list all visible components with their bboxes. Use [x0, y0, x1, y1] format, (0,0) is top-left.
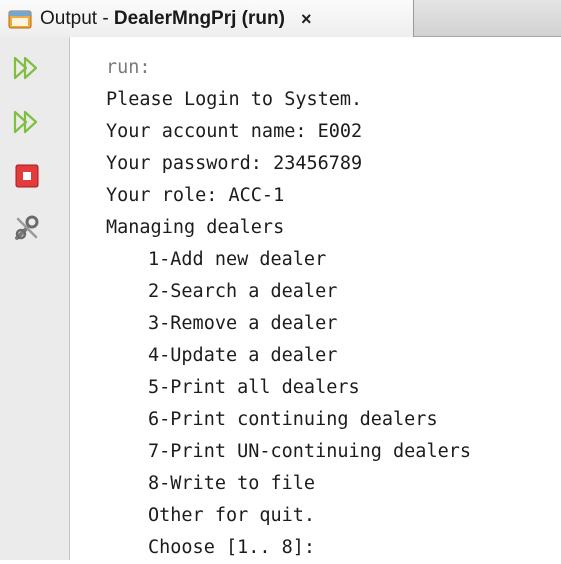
console-line: Your account name: E002 [106, 121, 363, 142]
menu-line: 2-Search a dealer [148, 281, 338, 302]
console-run-line: run: [106, 57, 151, 78]
output-toolbar [0, 37, 70, 560]
menu-prompt-line: Choose [1.. 8]: [148, 537, 316, 558]
menu-line: 1-Add new dealer [148, 249, 327, 270]
menu-line: 8-Write to file [148, 473, 316, 494]
output-tab-bar: Output - DealerMngPrj (run) × [0, 0, 561, 37]
console-output[interactable]: run: Please Login to System. Your accoun… [106, 52, 561, 564]
close-tab-button[interactable]: × [301, 10, 312, 28]
menu-line: 4-Update a dealer [148, 345, 338, 366]
rerun-icon [13, 56, 38, 80]
menu-line: Other for quit. [148, 505, 316, 526]
console-line: Please Login to System. [106, 89, 363, 110]
settings-icon [15, 215, 39, 240]
rerun-button[interactable] [12, 53, 42, 83]
rerun-with-params-icon [13, 110, 38, 134]
console-line: Managing dealers [106, 217, 285, 238]
output-tab[interactable]: Output - DealerMngPrj (run) × [0, 0, 414, 37]
stop-button[interactable] [12, 161, 42, 191]
menu-line: 6-Print continuing dealers [148, 409, 438, 430]
settings-button[interactable] [12, 213, 42, 243]
menu-line: 3-Remove a dealer [148, 313, 338, 334]
rerun-with-params-button[interactable] [12, 107, 42, 137]
console-line: Your role: ACC-1 [106, 185, 285, 206]
menu-line: 7-Print UN-continuing dealers [148, 441, 472, 462]
tab-title: Output - DealerMngPrj (run) [40, 7, 285, 29]
console-line: Your password: 23456789 [106, 153, 363, 174]
stop-icon [15, 164, 39, 188]
menu-line: 5-Print all dealers [148, 377, 360, 398]
output-window-icon [8, 10, 32, 28]
